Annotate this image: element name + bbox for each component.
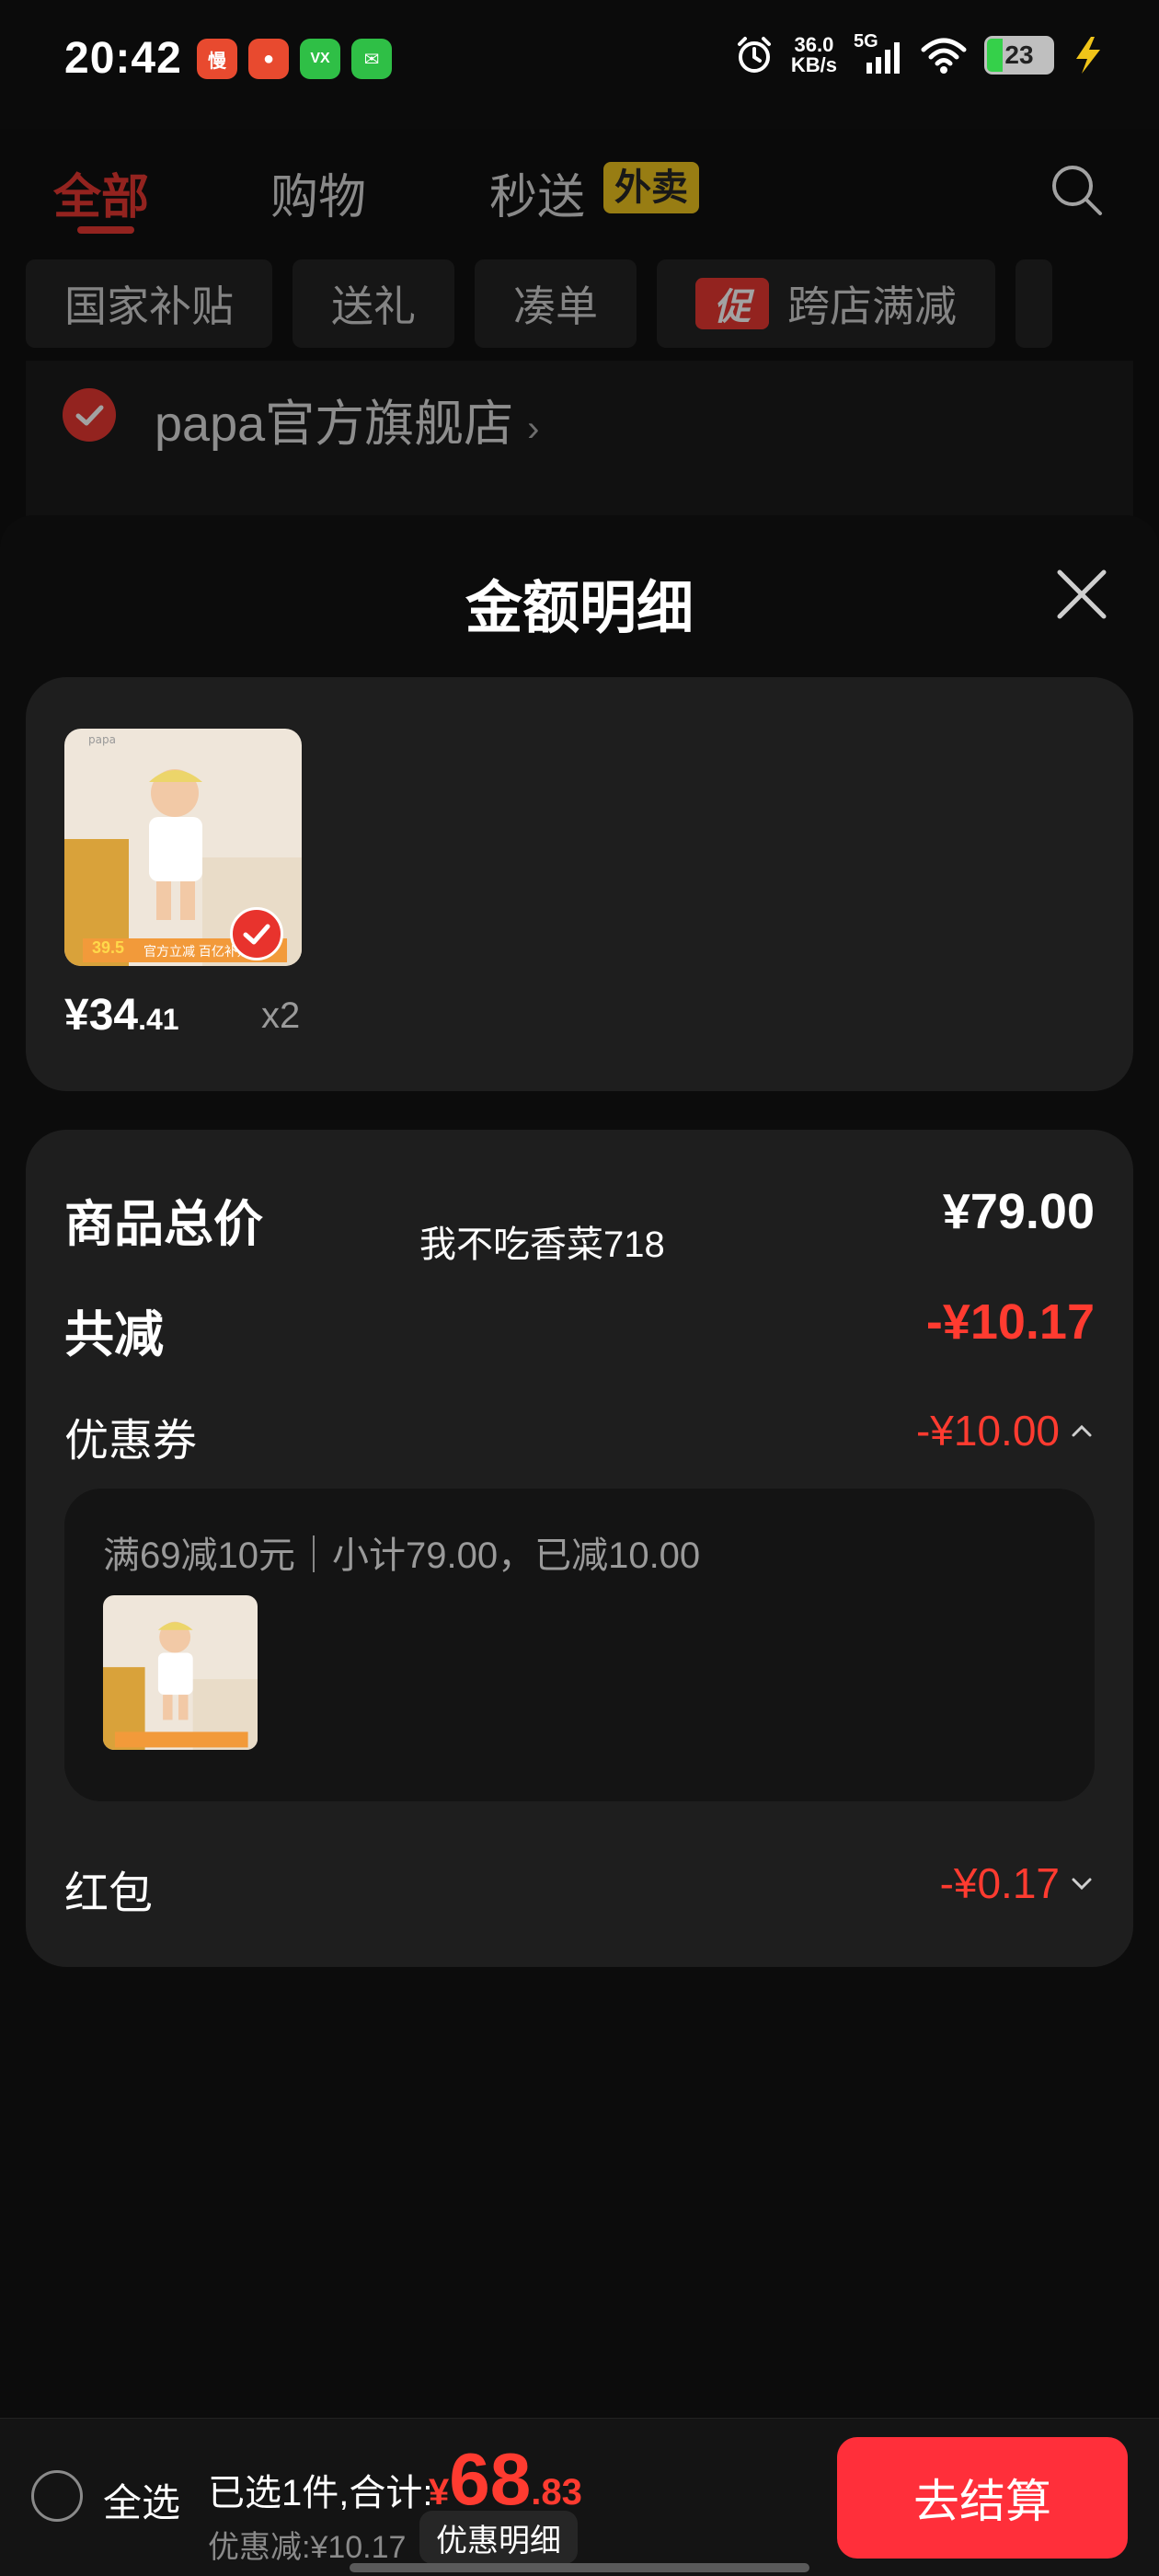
coupon-value: -¥10.00 bbox=[915, 1407, 1060, 1455]
charging-icon bbox=[1076, 37, 1100, 74]
chevron-right-icon: › bbox=[527, 408, 540, 449]
red-packet-value: -¥0.17 bbox=[939, 1859, 1060, 1907]
store-checkbox[interactable] bbox=[63, 388, 116, 442]
discount-text: 优惠减:¥10.17 bbox=[208, 2530, 407, 2565]
selected-summary: 已选1件,合计: bbox=[208, 2473, 433, 2513]
checkout-button[interactable]: 去结算 bbox=[837, 2437, 1128, 2559]
status-time: 20:42 bbox=[64, 34, 182, 83]
chip-national-subsidy[interactable]: 国家补贴 bbox=[26, 259, 272, 348]
wechat-icon: ✉ bbox=[351, 39, 392, 79]
red-packet-label: 红包 bbox=[64, 1869, 154, 1918]
check-icon bbox=[243, 924, 270, 945]
total-currency: ¥ bbox=[429, 2472, 450, 2513]
red-packet-row-toggle[interactable]: -¥0.17 bbox=[940, 1858, 1095, 1908]
coupon-description: 满69减10元｜小计79.00，已减10.00 bbox=[103, 1535, 701, 1576]
promo-tag: 促 bbox=[695, 278, 769, 329]
select-all-radio[interactable] bbox=[31, 2470, 83, 2522]
product-quantity: x2 bbox=[261, 995, 301, 1036]
svg-text:papa: papa bbox=[88, 733, 116, 746]
home-indicator[interactable] bbox=[350, 2563, 809, 2572]
product-card: papa 39.5 官方立减 百亿补贴 ¥34.41 x2 bbox=[26, 677, 1133, 1091]
chip-label: 跨店满减 bbox=[787, 282, 957, 330]
total-reduction-value: -¥10.17 bbox=[925, 1294, 1095, 1350]
chip-add-on[interactable]: 凑单 bbox=[475, 259, 637, 348]
sheet-title: 金额明细 bbox=[465, 577, 694, 640]
total-reduction-label: 共减 bbox=[64, 1307, 164, 1363]
top-tabs: 全部 购物 秒送 外卖 bbox=[0, 138, 1159, 248]
chevron-down-icon bbox=[1072, 1878, 1092, 1891]
notification-app-icons: 慢 ● VX ✉ bbox=[197, 39, 392, 79]
total-price: ¥68.83 bbox=[429, 2437, 582, 2522]
discount-detail-button[interactable]: 优惠明细 bbox=[419, 2511, 578, 2564]
network-speed-unit: KB/s bbox=[790, 53, 837, 76]
app-icon-3: VX bbox=[300, 39, 340, 79]
coupon-product-thumbnail[interactable] bbox=[103, 1595, 258, 1750]
total-dec: .83 bbox=[531, 2472, 582, 2513]
price-detail-card: 商品总价 我不吃香菜718 ¥79.00 共减 -¥10.17 优惠券 -¥10… bbox=[26, 1130, 1133, 1967]
battery-level: 23 bbox=[1004, 40, 1034, 69]
chip-overflow[interactable] bbox=[1016, 259, 1052, 348]
tab-all[interactable]: 全部 bbox=[53, 158, 149, 227]
coupon-detail-box: 满69减10元｜小计79.00，已减10.00 bbox=[64, 1489, 1095, 1801]
chip-cross-store-discount[interactable]: 促 跨店满减 bbox=[657, 259, 995, 348]
product-price-int: ¥34 bbox=[64, 991, 139, 1040]
coupon-label: 优惠券 bbox=[64, 1417, 198, 1466]
network-speed: 36.0 KB/s bbox=[791, 35, 837, 75]
status-indicators: 36.0 KB/s 5G 23 bbox=[734, 31, 1104, 75]
checkout-bar: 全选 已选1件,合计: ¥68.83 优惠减:¥10.17 优惠明细 去结算 bbox=[0, 2418, 1159, 2576]
app-icon-2: ● bbox=[248, 39, 289, 79]
close-icon[interactable] bbox=[1052, 565, 1111, 624]
chevron-up-icon bbox=[1072, 1424, 1092, 1437]
search-icon[interactable] bbox=[1049, 162, 1104, 217]
tab-instant-delivery[interactable]: 秒送 bbox=[489, 158, 585, 227]
chip-gift[interactable]: 送礼 bbox=[293, 259, 454, 348]
goods-total-value: ¥79.00 bbox=[942, 1184, 1095, 1239]
product-price: ¥34.41 bbox=[64, 990, 179, 1041]
select-all-label[interactable]: 全选 bbox=[103, 2472, 180, 2528]
coupon-row-toggle[interactable]: -¥10.00 bbox=[916, 1406, 1095, 1455]
amount-detail-sheet: 金额明细 papa 39.5 官方立减 百亿补贴 ¥34.41 x2 商品总价 … bbox=[0, 515, 1159, 2420]
takeout-badge: 外卖 bbox=[603, 162, 699, 213]
app-icon-1: 慢 bbox=[197, 39, 237, 79]
product-price-dec: .41 bbox=[138, 1003, 179, 1036]
signal-icon: 5G bbox=[854, 31, 903, 75]
total-int: 68 bbox=[449, 2438, 532, 2520]
filter-chips: 国家补贴 送礼 凑单 促 跨店满减 bbox=[26, 259, 1052, 348]
store-row[interactable]: papa官方旗舰店 › bbox=[26, 361, 1133, 517]
tab-shopping[interactable]: 购物 bbox=[270, 158, 366, 227]
tab-underline bbox=[77, 226, 134, 234]
goods-total-label: 商品总价 bbox=[64, 1197, 263, 1252]
check-icon bbox=[75, 405, 104, 426]
product-selected-checkbox[interactable] bbox=[230, 907, 283, 960]
status-bar: 20:42 慢 ● VX ✉ 36.0 KB/s 5G 23 bbox=[0, 0, 1159, 129]
battery-indicator: 23 bbox=[984, 36, 1054, 75]
network-speed-value: 36.0 bbox=[794, 33, 834, 56]
store-name[interactable]: papa官方旗舰店 › bbox=[155, 383, 539, 455]
wifi-icon bbox=[921, 38, 967, 74]
store-name-text: papa官方旗舰店 bbox=[155, 397, 514, 452]
thumb-price: 39.5 bbox=[92, 938, 125, 957]
user-watermark: 我不吃香菜718 bbox=[419, 1225, 665, 1265]
alarm-icon bbox=[737, 37, 771, 73]
